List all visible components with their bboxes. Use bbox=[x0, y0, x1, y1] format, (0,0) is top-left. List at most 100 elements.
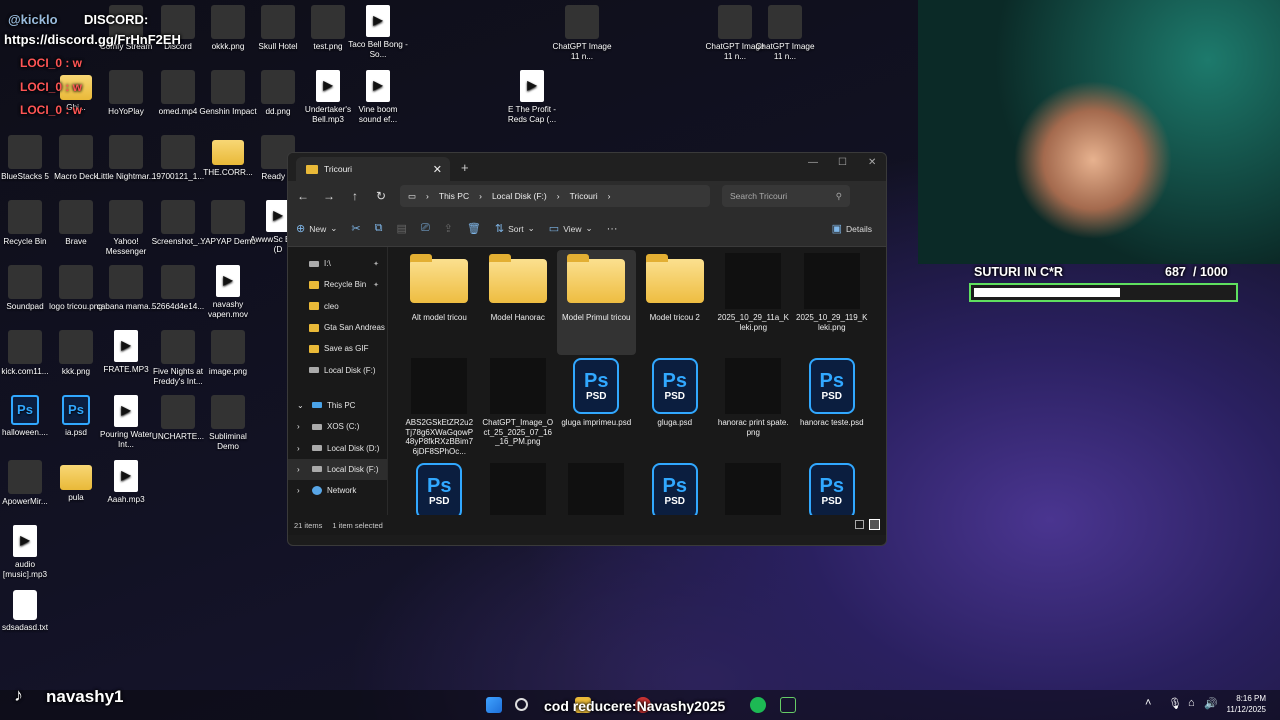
view-button[interactable]: ▭ View ⌄ bbox=[549, 222, 593, 235]
sidebar-item[interactable]: › Network bbox=[288, 480, 387, 501]
start-icon[interactable] bbox=[486, 697, 502, 713]
file-item[interactable]: Ps PSD gluga imprimeu.psd bbox=[557, 355, 636, 460]
desktop-icon[interactable]: Taco Bell Bong - So... bbox=[348, 5, 408, 59]
photoshop-file-icon: Ps PSD bbox=[566, 357, 626, 415]
close-window-button[interactable]: ✕ bbox=[868, 157, 876, 168]
file-item[interactable]: Ps PSD hanorac teste.psd bbox=[793, 355, 872, 460]
file-item[interactable]: Model tricou 2 bbox=[636, 250, 715, 355]
desktop-icon[interactable]: cabana mama... bbox=[96, 265, 156, 312]
new-tab-button[interactable]: + bbox=[461, 160, 469, 175]
sidebar-item-label: Local Disk (D:) bbox=[327, 443, 380, 453]
breadcrumb[interactable]: ▭ › This PC › Local Disk (F:) › Tricouri… bbox=[400, 185, 710, 207]
search-placeholder: Search Tricouri bbox=[730, 191, 788, 201]
explorer-tab[interactable]: Tricouri ✕ bbox=[296, 157, 450, 181]
file-item[interactable]: ChatGPT_Image_Oct_25_2025_07_16_16_PM.pn… bbox=[479, 355, 558, 460]
file-item[interactable]: PsPSDmodel 3.psd bbox=[636, 460, 715, 515]
clock[interactable]: 8:16 PM 11/12/2025 bbox=[1224, 693, 1266, 715]
sidebar-item[interactable]: cleo bbox=[288, 296, 387, 317]
refresh-icon[interactable]: ↻ bbox=[374, 189, 388, 203]
app-icon[interactable] bbox=[780, 697, 796, 713]
file-item[interactable]: ABS2GSkEtZR2u2Tj78g6XWaGqowP48yP8fkRXzBB… bbox=[400, 355, 479, 460]
file-item[interactable]: Alt model tricou bbox=[400, 250, 479, 355]
desktop-icon[interactable]: Yahoo! Messenger bbox=[96, 200, 156, 256]
sidebar-item[interactable]: Save as GIF bbox=[288, 338, 387, 359]
file-item[interactable]: Ps PSD gluga.psd bbox=[636, 355, 715, 460]
app-icon bbox=[161, 135, 195, 169]
file-item[interactable]: PsPSDtricou model 1.psd bbox=[793, 460, 872, 515]
sidebar-item[interactable]: › XOS (C:) bbox=[288, 416, 387, 437]
back-icon[interactable]: ← bbox=[296, 189, 310, 203]
desktop-icon[interactable]: Little Nightmar... bbox=[96, 135, 156, 182]
desktop-icon-label: navashy vapen.mov bbox=[207, 300, 249, 319]
breadcrumb-item[interactable]: Tricouri bbox=[570, 191, 598, 201]
new-button[interactable]: ⊕ New ⌄ bbox=[296, 222, 337, 235]
more-icon[interactable]: ··· bbox=[607, 223, 618, 235]
app-icon bbox=[211, 200, 245, 234]
folder-icon bbox=[306, 164, 318, 174]
spotify-icon[interactable] bbox=[750, 697, 766, 713]
sidebar-item[interactable]: › Local Disk (F:) bbox=[288, 458, 387, 480]
forward-icon[interactable]: → bbox=[322, 189, 336, 203]
desktop-icon[interactable]: E The Profit - Reds Cap (... bbox=[502, 70, 562, 124]
file-item[interactable]: logo spate.png bbox=[479, 460, 558, 515]
sidebar-item[interactable]: Local Disk (F:) bbox=[288, 359, 387, 380]
file-item[interactable]: hanorac print spate.png bbox=[714, 355, 793, 460]
details-view-icon[interactable] bbox=[855, 520, 864, 529]
desktop-icon[interactable]: image.png bbox=[198, 330, 258, 377]
sort-button[interactable]: ⇅ Sort ⌄ bbox=[495, 222, 535, 235]
image-thumbnail bbox=[566, 462, 626, 515]
cut-icon[interactable]: ✂ bbox=[351, 222, 360, 235]
chevron-icon[interactable]: ⌄ bbox=[297, 401, 307, 410]
file-item[interactable]: Model Hanorac bbox=[479, 250, 558, 355]
tray-chevron-icon[interactable]: ˄ bbox=[1145, 697, 1151, 709]
volume-icon[interactable]: 🔊 bbox=[1204, 697, 1218, 710]
desktop-icon[interactable]: FRATE.MP3 bbox=[96, 330, 156, 375]
copy-icon[interactable]: ⧉ bbox=[375, 222, 383, 235]
microphone-icon[interactable]: 🎙 bbox=[1168, 697, 1182, 710]
desktop-icon-label: kkk.png bbox=[61, 367, 91, 376]
search-input[interactable]: Search Tricouri ⚲ bbox=[722, 185, 850, 207]
desktop-icon[interactable]: HoYoPlay bbox=[96, 70, 156, 117]
file-item[interactable]: 2025_10_29_119_Kleki.png bbox=[793, 250, 872, 355]
breadcrumb-item[interactable]: This PC bbox=[439, 191, 469, 201]
desktop-icon[interactable]: Pouring Water Int... bbox=[96, 395, 156, 449]
search-icon[interactable] bbox=[515, 698, 528, 711]
breadcrumb-item[interactable]: Local Disk (F:) bbox=[492, 191, 547, 201]
network-icon[interactable]: ⌂ bbox=[1188, 697, 1195, 709]
app-icon bbox=[211, 70, 245, 104]
sidebar-item[interactable]: Gta San Andreas bbox=[288, 317, 387, 338]
large-icons-view-icon[interactable] bbox=[869, 519, 880, 530]
desktop-icon[interactable]: Vine boom sound ef... bbox=[348, 70, 408, 124]
delete-icon[interactable]: 🗑 bbox=[467, 222, 481, 235]
file-item[interactable]: 2025_10_29_11a_Kleki.png bbox=[714, 250, 793, 355]
sidebar-item[interactable]: ⌄ This PC bbox=[288, 395, 387, 416]
sidebar-item[interactable]: › Local Disk (D:) bbox=[288, 437, 387, 458]
close-tab-icon[interactable]: ✕ bbox=[433, 163, 442, 176]
chevron-icon[interactable]: › bbox=[297, 444, 307, 453]
details-button[interactable]: ▣ Details bbox=[832, 222, 872, 235]
file-item[interactable]: PsPSDlogo piept.psd bbox=[400, 460, 479, 515]
desktop-icon-label: THE.CORR... bbox=[203, 168, 253, 177]
paste-icon[interactable]: ▤ bbox=[396, 222, 406, 235]
maximize-button[interactable]: ☐ bbox=[838, 157, 847, 168]
desktop-icon[interactable]: ChatGPT Image 11 n... bbox=[755, 5, 815, 61]
sidebar-item[interactable]: Recycle Bin ✦ bbox=[288, 274, 387, 295]
desktop-icon[interactable]: navashy vapen.mov bbox=[198, 265, 258, 319]
desktop-icon[interactable]: ChatGPT Image 11 n... bbox=[552, 5, 612, 61]
rename-icon[interactable]: ⎚ bbox=[421, 222, 430, 235]
desktop-icon[interactable]: Aaah.mp3 bbox=[96, 460, 156, 505]
desktop-icon[interactable]: audio [music].mp3 bbox=[0, 525, 55, 579]
sidebar-item[interactable]: I:\ ✦ bbox=[288, 253, 387, 274]
chevron-icon[interactable]: › bbox=[297, 422, 307, 431]
file-item[interactable]: tricou fata mock up.png bbox=[714, 460, 793, 515]
minimize-button[interactable]: — bbox=[808, 157, 818, 168]
file-item[interactable]: Model Primul tricou bbox=[557, 250, 636, 355]
file-item[interactable]: model 1 print.png bbox=[557, 460, 636, 515]
share-icon[interactable]: ⇪ bbox=[444, 222, 453, 235]
photoshop-file-icon: Ps PSD bbox=[645, 462, 705, 515]
up-icon[interactable]: ↑ bbox=[348, 189, 362, 203]
chevron-icon[interactable]: › bbox=[297, 486, 307, 495]
desktop-icon[interactable]: sdsadasd.txt bbox=[0, 590, 55, 633]
desktop-icon[interactable]: Subliminal Demo bbox=[198, 395, 258, 451]
chevron-icon[interactable]: › bbox=[297, 465, 307, 474]
